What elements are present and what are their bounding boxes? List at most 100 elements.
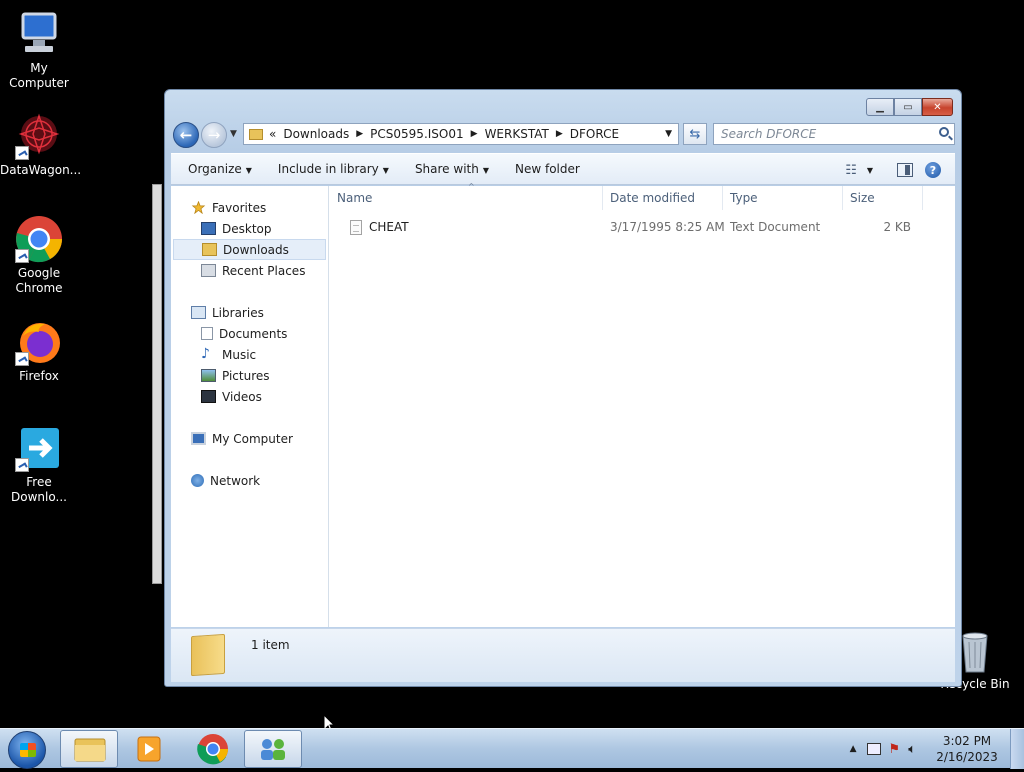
nav-label: Network: [210, 473, 261, 488]
taskbar-explorer[interactable]: [60, 730, 118, 768]
nav-pictures[interactable]: Pictures: [171, 365, 328, 386]
column-header-name[interactable]: Name ^: [330, 182, 603, 210]
shortcut-arrow-icon: [15, 249, 29, 263]
column-header-type-label: Type: [730, 191, 758, 205]
breadcrumb-downloads[interactable]: Downloads: [283, 127, 349, 141]
file-type-cell: Text Document: [730, 220, 821, 234]
film-icon: [201, 390, 216, 403]
chevron-down-icon: ▼: [866, 165, 873, 175]
libraries-icon: [191, 306, 206, 319]
chrome-icon: [15, 215, 63, 263]
nav-recent-places[interactable]: Recent Places: [171, 260, 328, 281]
computer-icon: [15, 10, 63, 58]
music-note-icon: ♪: [201, 346, 210, 362]
address-bar[interactable]: « Downloads ▶ PCS0595.ISO01 ▶ WERKSTAT ▶…: [243, 123, 679, 145]
chrome-icon: [197, 734, 228, 765]
nav-label: Downloads: [223, 242, 289, 257]
datawagon-icon: [15, 112, 63, 160]
file-row[interactable]: CHEAT 3/17/1995 8:25 AM Text Document 2 …: [330, 216, 955, 238]
command-bar: Organize ▼ Include in library ▼ Share with…: [171, 153, 955, 185]
recent-pages-dropdown[interactable]: ▼: [230, 129, 237, 139]
system-tray: ▲ ⚑ 🔈︎ 3:02 PM 2/16/2023: [850, 729, 1024, 769]
refresh-button[interactable]: ⇆: [683, 123, 707, 145]
search-icon[interactable]: [939, 127, 949, 137]
view-details-icon: ☷: [845, 162, 857, 178]
navigation-pane[interactable]: Favorites Desktop Downloads Recent Place…: [171, 186, 329, 627]
nav-label: Music: [222, 347, 257, 362]
nav-label: Videos: [222, 389, 262, 404]
preview-pane-button[interactable]: [897, 163, 913, 177]
firefox-icon: [15, 318, 63, 366]
clock[interactable]: 3:02 PM 2/16/2023: [924, 733, 1010, 765]
desktop-icon-firefox[interactable]: Firefox: [0, 318, 78, 384]
nav-music[interactable]: ♪ Music: [171, 344, 328, 365]
organize-button[interactable]: Organize ▼: [179, 162, 261, 176]
preview-pane-icon: [905, 165, 910, 175]
column-header-type[interactable]: Type: [723, 186, 843, 210]
nav-label: Recent Places: [222, 263, 306, 278]
taskbar-media-player[interactable]: [120, 730, 178, 768]
include-in-library-button[interactable]: Include in library ▼: [269, 162, 398, 176]
nav-videos[interactable]: Videos: [171, 386, 328, 407]
address-dropdown-icon[interactable]: ▼: [665, 129, 672, 139]
close-icon: ✕: [933, 101, 942, 113]
background-window-scrollbar[interactable]: [152, 184, 162, 584]
nav-my-computer[interactable]: My Computer: [171, 428, 328, 449]
folder-icon: [191, 633, 225, 677]
minimize-button[interactable]: ▁: [866, 98, 894, 116]
taskbar-chrome[interactable]: [184, 730, 242, 768]
network-tray-icon[interactable]: [866, 743, 881, 755]
desktop-icon-google-chrome[interactable]: Google Chrome: [0, 215, 78, 296]
desktop-icon-my-computer[interactable]: My Computer: [0, 10, 78, 91]
help-button[interactable]: ?: [925, 162, 941, 178]
desktop-icon-label: Firefox: [19, 369, 59, 383]
show-hidden-icons-button[interactable]: ▲: [850, 744, 857, 754]
downloads-folder-icon: [202, 243, 217, 256]
nav-desktop[interactable]: Desktop: [171, 218, 328, 239]
breadcrumb-separator-icon[interactable]: ▶: [356, 129, 363, 139]
nav-favorites[interactable]: Favorites: [171, 197, 328, 218]
back-button[interactable]: ←: [173, 122, 199, 148]
nav-libraries[interactable]: Libraries: [171, 302, 328, 323]
column-header-date-modified[interactable]: Date modified: [603, 186, 723, 210]
nav-documents[interactable]: Documents: [171, 323, 328, 344]
chevron-down-icon: ▼: [245, 166, 252, 175]
desktop-icon-datawagon[interactable]: DataWagon...: [0, 112, 81, 178]
maximize-button[interactable]: ▭: [894, 98, 922, 116]
breadcrumb-separator-icon[interactable]: ▶: [556, 129, 563, 139]
nav-network[interactable]: Network: [171, 470, 328, 491]
clock-date: 2/16/2023: [936, 750, 998, 764]
computer-icon: [191, 432, 206, 445]
forward-button[interactable]: →: [201, 122, 227, 148]
breadcrumb-overflow[interactable]: «: [269, 127, 276, 141]
breadcrumb-pcs0595[interactable]: PCS0595.ISO01: [370, 127, 463, 141]
nav-downloads[interactable]: Downloads: [173, 239, 326, 260]
taskbar-network-app[interactable]: [244, 730, 302, 768]
change-view-button[interactable]: ☷ ▼: [845, 163, 873, 178]
file-list[interactable]: Name ^ Date modified Type Size CHEAT 3/1…: [330, 182, 955, 627]
file-size-cell: 2 KB: [883, 220, 911, 234]
chevron-down-icon: ▼: [482, 166, 489, 175]
breadcrumb-dforce[interactable]: DFORCE: [570, 127, 619, 141]
desktop-icon-free-download-manager[interactable]: Free Downlo...: [0, 424, 78, 505]
nav-label: Libraries: [212, 305, 264, 320]
recent-places-icon: [201, 264, 216, 277]
refresh-icon: ⇆: [689, 126, 701, 142]
shortcut-arrow-icon: [15, 458, 29, 472]
close-button[interactable]: ✕: [922, 98, 953, 116]
maximize-icon: ▭: [903, 101, 913, 113]
column-header-size[interactable]: Size: [843, 186, 923, 210]
volume-icon[interactable]: 🔈︎: [908, 742, 916, 757]
breadcrumb-separator-icon[interactable]: ▶: [471, 129, 478, 139]
new-folder-button[interactable]: New folder: [506, 162, 589, 176]
taskbar: ▲ ⚑ 🔈︎ 3:02 PM 2/16/2023: [0, 728, 1024, 769]
file-name-cell: CHEAT: [330, 219, 603, 235]
search-input[interactable]: Search DFORCE: [713, 123, 955, 145]
start-button[interactable]: [8, 731, 46, 769]
breadcrumb-werkstat[interactable]: WERKSTAT: [485, 127, 549, 141]
action-center-flag-icon[interactable]: ⚑: [889, 742, 901, 757]
share-with-button[interactable]: Share with ▼: [406, 162, 498, 176]
desktop-icon-label: Free Downlo...: [11, 475, 67, 504]
show-desktop-button[interactable]: [1010, 729, 1024, 769]
nav-label: My Computer: [212, 431, 293, 446]
